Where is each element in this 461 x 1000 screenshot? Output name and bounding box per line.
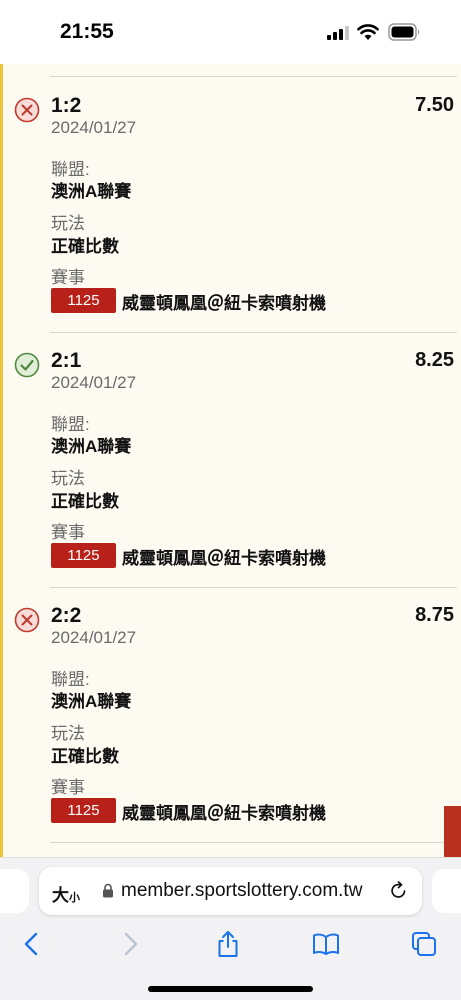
- text-size-small: 小: [69, 892, 80, 904]
- bet-score: 2:1: [51, 349, 82, 372]
- league-value: 澳洲A聯賽: [51, 692, 132, 711]
- bet-card: 2:1 8.25 2024/01/27 聯盟: 澳洲A聯賽 玩法 正確比數 賽事…: [0, 332, 461, 587]
- text-size-button[interactable]: 大小: [52, 881, 80, 906]
- match-label: 賽事: [51, 523, 85, 542]
- match-code-badge: 1125: [51, 798, 116, 823]
- bet-date: 2024/01/27: [51, 118, 137, 137]
- lock-icon: [103, 883, 113, 898]
- bet-card: 2:2 8.75 2024/01/27 聯盟: 澳洲A聯賽 玩法 正確比數 賽事…: [0, 587, 461, 842]
- browser-toolbar: 大小 member.sportslottery.com.tw: [0, 857, 461, 1000]
- bet-odds: 8.75: [415, 604, 454, 626]
- play-label: 玩法: [51, 724, 85, 743]
- play-label: 玩法: [51, 469, 85, 488]
- play-value: 正確比數: [51, 237, 119, 256]
- share-icon[interactable]: [214, 930, 242, 958]
- battery-icon: [388, 23, 420, 41]
- bet-odds: 8.25: [415, 349, 454, 371]
- back-icon[interactable]: [18, 930, 46, 958]
- league-value: 澳洲A聯賽: [51, 437, 132, 456]
- play-label: 玩法: [51, 214, 85, 233]
- reload-icon[interactable]: [389, 881, 408, 900]
- bookmarks-icon[interactable]: [312, 930, 340, 958]
- next-tab-preview[interactable]: [432, 869, 461, 913]
- previous-tab-preview[interactable]: [0, 869, 29, 913]
- match-label: 賽事: [51, 778, 85, 797]
- bet-card: 1:2 7.50 2024/01/27 聯盟: 澳洲A聯賽 玩法 正確比數 賽事…: [0, 77, 461, 332]
- tabs-icon[interactable]: [410, 930, 438, 958]
- bet-date: 2024/01/27: [51, 373, 137, 392]
- cross-circle-icon: [14, 607, 40, 633]
- home-indicator: [148, 986, 313, 992]
- play-value: 正確比數: [51, 747, 119, 766]
- bet-score: 1:2: [51, 94, 82, 117]
- status-bar: 21:55: [0, 0, 461, 64]
- divider: [50, 842, 457, 843]
- match-code-badge: 1125: [51, 288, 116, 313]
- address-bar[interactable]: 大小 member.sportslottery.com.tw: [39, 867, 422, 915]
- bet-history-list: 1:2 7.50 2024/01/27 聯盟: 澳洲A聯賽 玩法 正確比數 賽事…: [0, 64, 461, 857]
- scroll-to-top-tab[interactable]: [444, 806, 461, 857]
- match-name: 威靈頓鳳凰＠紐卡索噴射機: [122, 294, 326, 313]
- bet-odds: 7.50: [415, 94, 454, 116]
- cross-circle-icon: [14, 97, 40, 123]
- wifi-icon: [357, 24, 379, 40]
- cellular-signal-icon: [327, 26, 349, 40]
- check-circle-icon: [14, 352, 40, 378]
- play-value: 正確比數: [51, 492, 119, 511]
- forward-icon[interactable]: [116, 930, 144, 958]
- match-label: 賽事: [51, 268, 85, 287]
- text-size-big: 大: [52, 886, 69, 905]
- url-text: member.sportslottery.com.tw: [121, 880, 363, 901]
- bet-score: 2:2: [51, 604, 82, 627]
- bet-date: 2024/01/27: [51, 628, 137, 647]
- match-code-badge: 1125: [51, 543, 116, 568]
- status-time: 21:55: [60, 20, 114, 43]
- league-value: 澳洲A聯賽: [51, 182, 132, 201]
- match-name: 威靈頓鳳凰＠紐卡索噴射機: [122, 549, 326, 568]
- match-name: 威靈頓鳳凰＠紐卡索噴射機: [122, 804, 326, 823]
